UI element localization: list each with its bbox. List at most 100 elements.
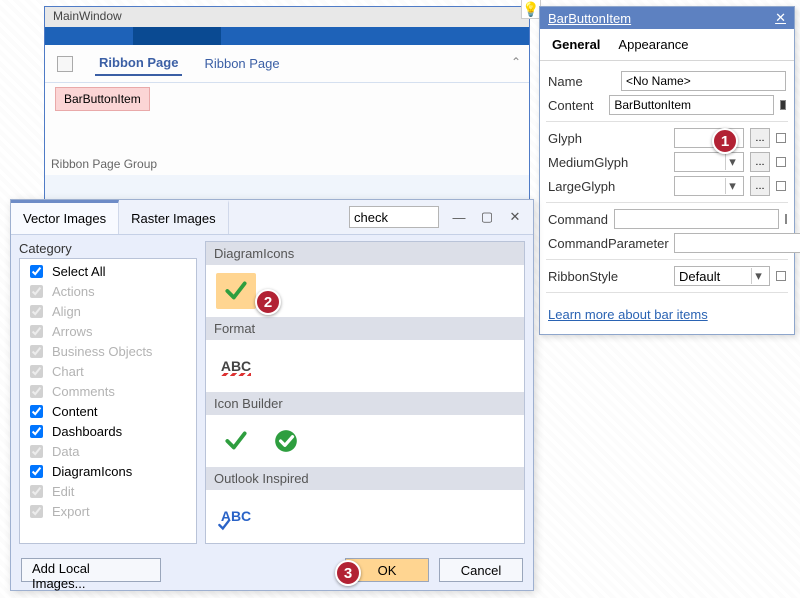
cancel-button[interactable]: Cancel: [439, 558, 523, 582]
minimize-icon[interactable]: —: [445, 206, 473, 228]
category-list[interactable]: Select All Actions Align Arrows Business Obj…: [19, 258, 197, 544]
ribbonstyle-combo[interactable]: Default▾: [674, 266, 770, 286]
ribbon-page-group-caption: Ribbon Page Group: [51, 157, 157, 171]
tab-raster-images[interactable]: Raster Images: [119, 200, 229, 234]
category-item[interactable]: Dashboards: [20, 421, 196, 441]
icon-group-header: Icon Builder: [206, 392, 524, 415]
category-label: Select All: [52, 264, 105, 279]
search-input[interactable]: [349, 206, 439, 228]
category-checkbox: [30, 365, 43, 378]
category-checkbox: [30, 385, 43, 398]
icon-group-header: Outlook Inspired: [206, 467, 524, 490]
category-label: DiagramIcons: [52, 464, 132, 479]
category-checkbox: [30, 305, 43, 318]
category-label: Content: [52, 404, 98, 419]
category-item: Arrows: [20, 321, 196, 341]
category-item: Chart: [20, 361, 196, 381]
lightbulb-icon[interactable]: 💡: [521, 0, 541, 19]
icon-thumb[interactable]: [216, 273, 256, 309]
category-checkbox: [30, 445, 43, 458]
category-label: Dashboards: [52, 424, 122, 439]
category-checkbox[interactable]: [30, 465, 43, 478]
category-item: Data: [20, 441, 196, 461]
category-heading: Category: [19, 241, 197, 256]
category-checkbox: [30, 485, 43, 498]
category-item: Comments: [20, 381, 196, 401]
category-item[interactable]: DiagramIcons: [20, 461, 196, 481]
content-reset-icon[interactable]: [780, 100, 786, 110]
mediumglyph-ellipsis-button[interactable]: ...: [750, 152, 770, 172]
ribbon-page-tab[interactable]: Ribbon Page: [95, 51, 182, 76]
mediumglyph-reset-icon[interactable]: [776, 157, 786, 167]
category-item[interactable]: Content: [20, 401, 196, 421]
category-checkbox[interactable]: [30, 425, 43, 438]
ribbonstyle-label: RibbonStyle: [548, 269, 668, 284]
category-label: Align: [52, 304, 81, 319]
category-checkbox[interactable]: [30, 405, 43, 418]
close-icon[interactable]: ✕: [501, 206, 529, 228]
glyph-ellipsis-button[interactable]: ...: [750, 128, 770, 148]
category-checkbox[interactable]: [30, 265, 43, 278]
icon-thumb[interactable]: [216, 423, 256, 459]
ribbon-page-tab[interactable]: Ribbon Page: [200, 52, 283, 75]
command-label: Command: [548, 212, 608, 227]
category-label: Export: [52, 504, 90, 519]
category-checkbox: [30, 345, 43, 358]
icon-thumb[interactable]: ABC: [216, 498, 256, 534]
command-input[interactable]: [614, 209, 779, 229]
category-item: Align: [20, 301, 196, 321]
smart-tag-panel: BarButtonItem ✕ General Appearance Name …: [539, 6, 795, 335]
name-input[interactable]: [621, 71, 786, 91]
add-local-images-button[interactable]: Add Local Images...: [21, 558, 161, 582]
icon-list[interactable]: DiagramIcons Format ABC Icon Builder Outlook…: [205, 241, 525, 544]
category-checkbox: [30, 325, 43, 338]
icon-thumb[interactable]: ABC: [216, 348, 256, 384]
category-item: Export: [20, 501, 196, 521]
largeglyph-ellipsis-button[interactable]: ...: [750, 176, 770, 196]
learn-more-link[interactable]: Learn more about bar items: [548, 307, 708, 322]
category-item: Actions: [20, 281, 196, 301]
content-label: Content: [548, 98, 603, 113]
close-icon[interactable]: ✕: [775, 10, 786, 26]
category-checkbox: [30, 285, 43, 298]
mediumglyph-label: MediumGlyph: [548, 155, 668, 170]
quick-access-bar: [45, 27, 529, 45]
page-category-icon[interactable]: [57, 56, 73, 72]
category-item[interactable]: Select All: [20, 261, 196, 281]
mediumglyph-combo[interactable]: ▾: [674, 152, 744, 172]
largeglyph-reset-icon[interactable]: [776, 181, 786, 191]
commandparameter-input[interactable]: [674, 233, 800, 253]
maximize-icon[interactable]: ▢: [473, 206, 501, 228]
command-reset-icon[interactable]: [785, 214, 787, 224]
category-label: Business Objects: [52, 344, 152, 359]
glyph-label: Glyph: [548, 131, 668, 146]
window-title: MainWindow: [45, 7, 529, 27]
category-label: Edit: [52, 484, 74, 499]
category-label: Data: [52, 444, 79, 459]
tab-vector-images[interactable]: Vector Images: [11, 200, 119, 234]
category-label: Arrows: [52, 324, 92, 339]
largeglyph-label: LargeGlyph: [548, 179, 668, 194]
icon-group-header: Format: [206, 317, 524, 340]
ribbon-designer: 💡 MainWindow Ribbon Page Ribbon Page ⌃ B…: [44, 6, 530, 201]
image-picker-dialog: Vector Images Raster Images — ▢ ✕ Catego…: [10, 199, 534, 591]
category-label: Chart: [52, 364, 84, 379]
commandparameter-label: CommandParameter: [548, 236, 668, 251]
callout-1: 1: [712, 128, 738, 154]
icon-thumb[interactable]: [266, 423, 306, 459]
category-label: Actions: [52, 284, 95, 299]
bar-button-item[interactable]: BarButtonItem: [55, 87, 150, 111]
collapse-chevron-icon[interactable]: ⌃: [511, 55, 521, 69]
content-input[interactable]: [609, 95, 774, 115]
category-label: Comments: [52, 384, 115, 399]
smart-tag-title: BarButtonItem: [548, 11, 631, 26]
category-checkbox: [30, 505, 43, 518]
tab-general[interactable]: General: [550, 33, 602, 56]
icon-group-header: DiagramIcons: [206, 242, 524, 265]
ribbonstyle-reset-icon[interactable]: [776, 271, 786, 281]
largeglyph-combo[interactable]: ▾: [674, 176, 744, 196]
category-item: Edit: [20, 481, 196, 501]
name-label: Name: [548, 74, 615, 89]
tab-appearance[interactable]: Appearance: [616, 33, 690, 56]
glyph-reset-icon[interactable]: [776, 133, 786, 143]
